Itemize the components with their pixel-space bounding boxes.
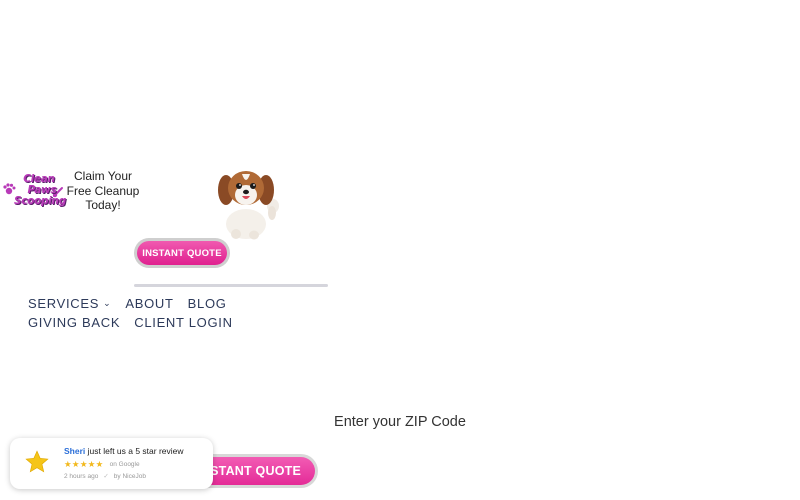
dog-illustration <box>218 171 279 240</box>
nav-item-services[interactable]: SERVICES ⌄ <box>28 296 111 311</box>
review-time: 2 hours ago <box>64 472 99 480</box>
reviewer-name: Sheri <box>64 446 86 456</box>
zip-code-label: Enter your ZIP Code <box>334 414 466 430</box>
site-logo[interactable]: Clean Paws Scooping <box>2 174 66 214</box>
promo-line: Claim Your <box>73 169 133 183</box>
logo-line: Scooping <box>14 195 66 207</box>
check-icon: ✓ <box>103 473 109 480</box>
chevron-down-icon: ⌄ <box>103 298 112 308</box>
instant-quote-label: INSTANT QUOTE <box>137 241 227 265</box>
rating-stars: ★★★★★ <box>64 459 104 469</box>
nav-item-client-login[interactable]: CLIENT LOGIN <box>134 315 232 330</box>
review-text: just left us a 5 star review <box>85 446 184 456</box>
nav-row: SERVICES ⌄ ABOUT BLOG <box>28 294 348 313</box>
star-icon <box>25 450 49 473</box>
review-message: Sheri just left us a 5 star review <box>64 446 184 456</box>
review-rating-row: ★★★★★ on Google <box>64 459 140 470</box>
nav-item-blog[interactable]: BLOG <box>188 296 227 311</box>
promo-text: Claim Your Free Cleanup Today! <box>66 169 140 213</box>
nav-label: BLOG <box>187 296 227 311</box>
nav-item-about[interactable]: ABOUT <box>125 296 173 311</box>
divider <box>134 284 328 287</box>
nav-item-giving-back[interactable]: GIVING BACK <box>28 315 120 330</box>
review-source: on Google <box>109 461 140 468</box>
nav-label: CLIENT LOGIN <box>134 315 233 330</box>
review-meta-row: 2 hours ago ✓ by NiceJob <box>64 472 146 481</box>
main-nav: SERVICES ⌄ ABOUT BLOG GIVING BACK CLIENT… <box>28 294 348 332</box>
nav-label: SERVICES <box>28 296 100 311</box>
nav-label: GIVING BACK <box>28 315 121 330</box>
review-notification[interactable]: Sheri just left us a 5 star review ★★★★★… <box>10 438 213 489</box>
promo-line: Free Cleanup <box>66 183 140 198</box>
promo-line: Today! <box>85 198 121 212</box>
nav-label: ABOUT <box>125 296 174 311</box>
instant-quote-button[interactable]: INSTANT QUOTE <box>134 238 230 268</box>
review-provider: by NiceJob <box>113 472 146 480</box>
logo-text: Clean Paws Scooping <box>12 174 66 207</box>
page: Clean Paws Scooping Claim Your Free Clea… <box>0 0 800 500</box>
nav-row: GIVING BACK CLIENT LOGIN <box>28 313 348 332</box>
